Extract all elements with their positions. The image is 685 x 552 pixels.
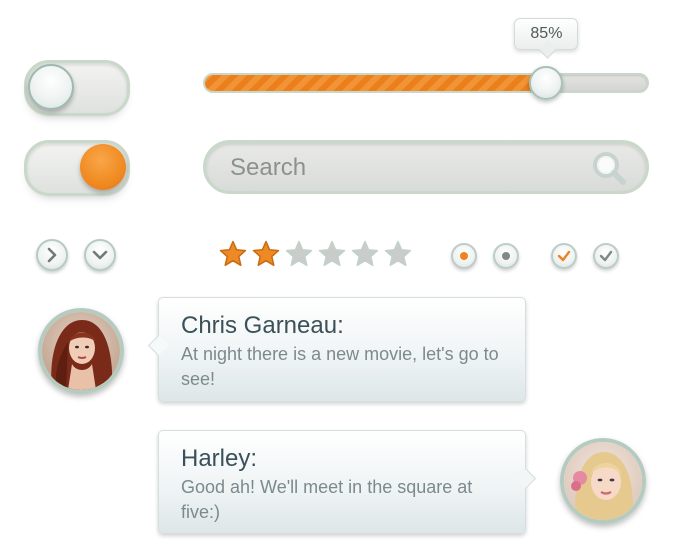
progress-slider-fill bbox=[205, 75, 549, 91]
radio-button-selected[interactable] bbox=[451, 243, 477, 269]
chat-sender-name: Harley: bbox=[181, 445, 258, 472]
check-icon bbox=[557, 250, 571, 262]
checkbox-checked[interactable] bbox=[551, 243, 577, 269]
check-icon bbox=[599, 250, 613, 262]
toggle-switch-on[interactable] bbox=[24, 140, 130, 196]
avatar-red-hair-woman bbox=[42, 312, 120, 390]
search-box[interactable] bbox=[203, 140, 649, 194]
chevron-down-icon bbox=[92, 250, 108, 260]
radio-dot bbox=[460, 252, 468, 260]
toggle-switch-off[interactable] bbox=[24, 60, 130, 116]
chevron-right-button[interactable] bbox=[36, 239, 68, 271]
star-empty-icon[interactable] bbox=[351, 240, 379, 268]
radio-dot bbox=[502, 252, 510, 260]
avatar[interactable] bbox=[560, 438, 646, 524]
star-filled-icon[interactable] bbox=[252, 240, 280, 268]
chat-message: Good ah! We'll meet in the square at fiv… bbox=[181, 477, 473, 522]
search-icon[interactable] bbox=[589, 148, 629, 188]
progress-slider-handle[interactable] bbox=[529, 66, 564, 100]
toggle-knob[interactable] bbox=[28, 64, 74, 110]
radio-button[interactable] bbox=[493, 243, 519, 269]
avatar-blonde-woman bbox=[564, 442, 642, 520]
star-empty-icon[interactable] bbox=[384, 240, 412, 268]
star-empty-icon[interactable] bbox=[285, 240, 313, 268]
checkbox[interactable] bbox=[593, 243, 619, 269]
progress-slider-track[interactable] bbox=[203, 73, 649, 93]
chevron-right-icon bbox=[47, 247, 57, 263]
search-input[interactable] bbox=[228, 151, 572, 185]
chat-sender-name: Chris Garneau: bbox=[181, 312, 344, 339]
slider-value-tooltip: 85% bbox=[514, 18, 579, 50]
chat-message: At night there is a new movie, let's go … bbox=[181, 344, 499, 389]
chat-bubble: Chris Garneau: At night there is a new m… bbox=[158, 297, 526, 402]
star-empty-icon[interactable] bbox=[318, 240, 346, 268]
chat-bubble: Harley: Good ah! We'll meet in the squar… bbox=[158, 430, 526, 534]
star-filled-icon[interactable] bbox=[219, 240, 247, 268]
avatar[interactable] bbox=[38, 308, 124, 394]
toggle-knob[interactable] bbox=[80, 144, 126, 190]
chevron-down-button[interactable] bbox=[84, 239, 116, 271]
